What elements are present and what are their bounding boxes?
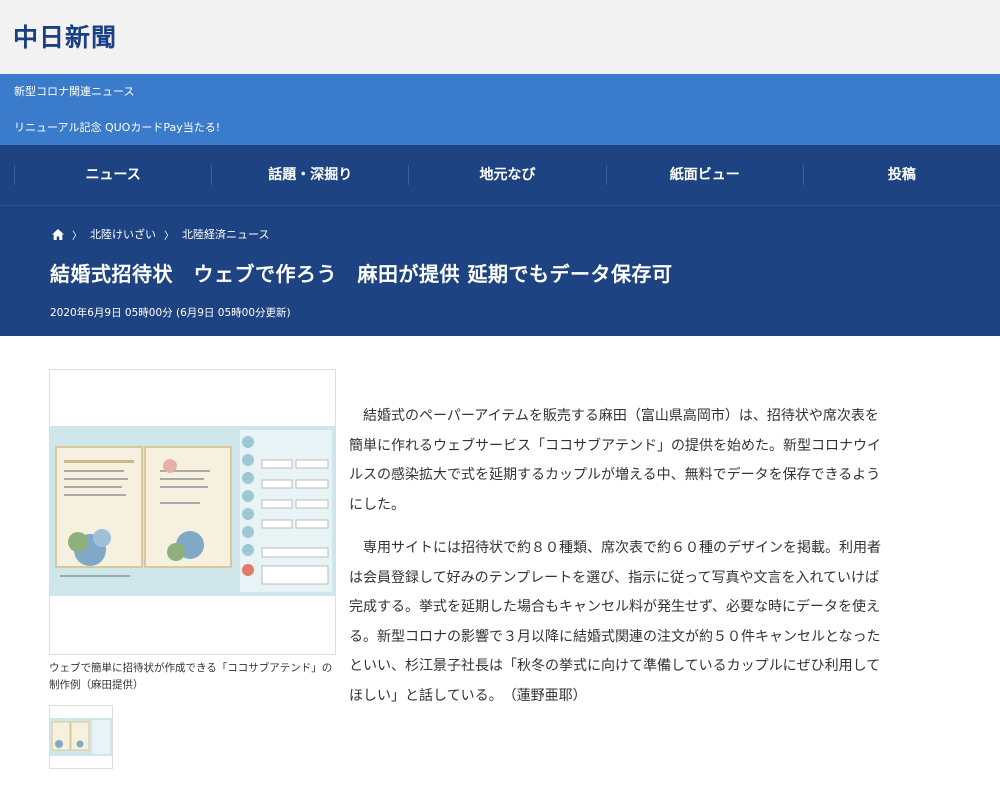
top-bar: 中日新聞 <box>0 0 1000 74</box>
promo-link-covid[interactable]: 新型コロナ関連ニュース <box>14 83 134 99</box>
breadcrumb: 〉 北陸けいざい 〉 北陸経済ニュース <box>52 226 269 242</box>
nav-item-post[interactable]: 投稿 <box>802 165 1000 185</box>
image-thumbnail[interactable] <box>49 705 113 769</box>
promo-link-quo[interactable]: リニューアル記念 QUOカードPay当たる! <box>14 119 220 135</box>
image-caption: ウェブで簡単に招待状が作成できる「ココサブアテンド」の制作例（麻田提供） <box>49 662 333 691</box>
thumbnail-illustration <box>50 706 112 768</box>
article-date: 2020年6月9日 05時00分 (6月9日 05時00分更新) <box>50 307 291 319</box>
home-icon[interactable] <box>52 228 64 240</box>
promo-bar: 新型コロナ関連ニュース リニューアル記念 QUOカードPay当たる! <box>0 74 1000 145</box>
nav-item-paper-view[interactable]: 紙面ビュー <box>605 165 803 185</box>
chevron-right-icon: 〉 <box>164 230 174 242</box>
nav-item-topics[interactable]: 話題・深掘り <box>211 165 408 185</box>
page-title: 結婚式招待状 ウェブで作ろう 麻田が提供 延期でもデータ保存可 <box>50 262 673 286</box>
chevron-right-icon: 〉 <box>72 230 82 242</box>
breadcrumb-item-hokuriku-news[interactable]: 北陸経済ニュース <box>182 226 269 242</box>
main-nav: ニュース 話題・深掘り 地元なび 紙面ビュー 投稿 <box>0 145 1000 206</box>
invitation-screenshot-illustration <box>50 370 335 654</box>
article-body: 結婚式のペーパーアイテムを販売する麻田（富山県高岡市）は、招待状や席次表を簡単に… <box>349 402 891 725</box>
site-logo[interactable]: 中日新聞 <box>13 18 117 54</box>
nav-item-local[interactable]: 地元なび <box>408 165 605 185</box>
article-paragraph: 結婚式のペーパーアイテムを販売する麻田（富山県高岡市）は、招待状や席次表を簡単に… <box>349 408 881 513</box>
article-image[interactable] <box>49 369 336 655</box>
breadcrumb-item-hokuriku-keizai[interactable]: 北陸けいざい <box>90 226 156 242</box>
article-header: 〉 北陸けいざい 〉 北陸経済ニュース 結婚式招待状 ウェブで作ろう 麻田が提供… <box>0 206 1000 336</box>
nav-item-news[interactable]: ニュース <box>14 165 211 185</box>
article-paragraph: 専用サイトには招待状で約８０種類、席次表で約６０種のデザインを掲載。利用者は会員… <box>349 540 881 704</box>
